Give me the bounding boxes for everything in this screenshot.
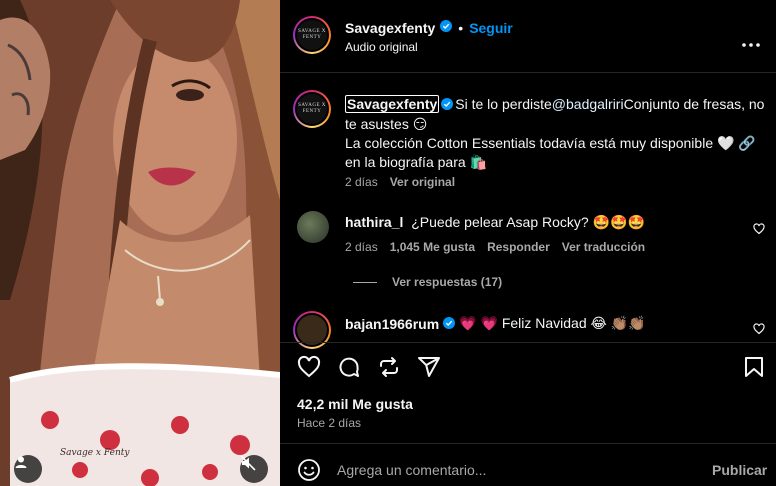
post-photo (0, 0, 280, 486)
repost-icon (380, 357, 398, 377)
person-icon (15, 456, 27, 468)
comment-time[interactable]: 2 días (345, 240, 378, 254)
comment-input[interactable]: Agrega un comentario... (337, 462, 637, 478)
caption-mention-link[interactable]: @badgalriri (552, 96, 624, 112)
speaker-muted-icon (240, 455, 256, 471)
caption-avatar[interactable]: SAVAGE X FENTY (293, 90, 331, 128)
comment-like-button[interactable] (753, 222, 765, 240)
translate-button[interactable]: Ver traducción (562, 240, 645, 254)
like-button[interactable] (297, 355, 321, 384)
comment-text: ¿Puede pelear Asap Rocky? 🤩🤩🤩 (411, 214, 645, 230)
view-original-button[interactable]: Ver original (390, 175, 455, 189)
post-comment-button[interactable]: Publicar (712, 462, 767, 478)
save-button[interactable] (743, 355, 765, 384)
comment-2-text: 💗 💗 Feliz Navidad 😂 👏🏽👏🏽 (459, 315, 646, 331)
mute-button[interactable] (240, 455, 268, 483)
heart-icon (753, 323, 765, 335)
smiley-icon (298, 459, 320, 481)
caption-username[interactable]: Savagexfenty (345, 95, 440, 113)
author-avatar[interactable]: SAVAGE X FENTY (293, 16, 331, 54)
verified-badge-icon (440, 19, 453, 37)
comment-2-like-button[interactable] (753, 322, 765, 340)
media-print-text: Savage x Fenty (60, 448, 130, 458)
header-separator: • (458, 20, 464, 36)
comment-2-username[interactable]: bajan1966rum (345, 316, 439, 332)
emoji-button[interactable] (297, 458, 321, 486)
comment-avatar[interactable] (297, 211, 329, 243)
repost-button[interactable] (377, 355, 401, 384)
reply-button[interactable]: Responder (487, 240, 550, 254)
composer-divider (280, 443, 776, 444)
bookmark-icon (745, 357, 763, 377)
replies-line (353, 281, 377, 283)
avatar-logo-text: SAVAGE X FENTY (298, 29, 326, 40)
post-media[interactable]: Savage x Fenty (0, 0, 280, 486)
comment-likes[interactable]: 1,045 Me gusta (390, 240, 475, 254)
caption-time[interactable]: 2 días (345, 175, 378, 189)
caption-line-2: La colección Cotton Essentials todavía e… (345, 134, 756, 170)
actions-divider (280, 342, 776, 343)
follow-button[interactable]: Seguir (469, 20, 513, 36)
comment-body: hathira_l ¿Puede pelear Asap Rocky? 🤩🤩🤩 (345, 214, 645, 231)
likes-count[interactable]: 42,2 mil Me gusta (297, 396, 413, 412)
author-username[interactable]: Savagexfenty (345, 20, 435, 36)
share-button[interactable] (417, 355, 441, 384)
header-divider (280, 72, 776, 73)
caption-text: Savagexfenty Si te lo perdiste@badgalriri… (345, 95, 765, 172)
comment-2-verified-icon (443, 316, 456, 332)
speech-bubble-icon (339, 357, 359, 377)
paper-plane-icon (418, 357, 440, 377)
heart-icon (753, 223, 765, 235)
post-details-panel: SAVAGE X FENTY Savagexfenty • Seguir Aud… (280, 0, 776, 486)
caption-meta: 2 días Ver original (345, 175, 455, 189)
view-replies-button[interactable]: Ver respuestas (17) (353, 275, 502, 289)
comment-button[interactable] (337, 355, 361, 384)
more-options-button[interactable] (742, 34, 760, 52)
heart-icon (297, 355, 321, 378)
user-tags-button[interactable] (14, 455, 42, 483)
comment-username[interactable]: hathira_l (345, 214, 403, 230)
more-horizontal-icon (742, 43, 760, 47)
post-date[interactable]: Hace 2 días (297, 416, 361, 430)
comment-meta: 2 días 1,045 Me gusta Responder Ver trad… (345, 240, 645, 254)
view-replies-label: Ver respuestas (17) (392, 275, 503, 289)
caption-text-part1: Si te lo perdiste (455, 96, 552, 112)
caption-verified-icon (441, 96, 454, 115)
comment-2-avatar[interactable] (293, 311, 331, 349)
caption-avatar-logo-text: SAVAGE X FENTY (298, 103, 326, 114)
header-title-row: Savagexfenty • Seguir (345, 19, 513, 37)
comment-2-body: bajan1966rum 💗 💗 Feliz Navidad 😂 👏🏽👏🏽 (345, 315, 646, 332)
audio-label[interactable]: Audio original (345, 40, 418, 54)
